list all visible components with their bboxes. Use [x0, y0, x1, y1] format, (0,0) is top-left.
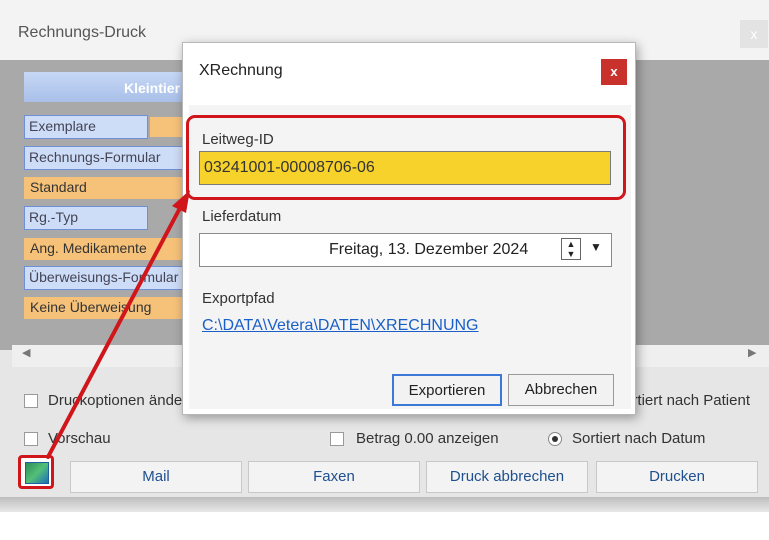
kleintier-header: Kleintier	[24, 72, 194, 102]
sort-datum-label: Sortiert nach Datum	[572, 430, 706, 447]
druckoptionen-label: Druckoptionen ändern	[48, 392, 182, 409]
vorschau-label: Vorschau	[48, 430, 111, 447]
vorschau-checkbox[interactable]	[24, 432, 38, 446]
exportpfad-link[interactable]: C:\DATA\Vetera\DATEN\XRECHNUNG	[202, 317, 479, 335]
mail-button[interactable]: Mail	[70, 461, 242, 493]
scroll-left-icon[interactable]: ◀	[22, 346, 30, 359]
betrag-label: Betrag 0.00 anzeigen	[356, 430, 499, 447]
field-keine-ueberweisung[interactable]: Keine Überweisung	[24, 297, 194, 319]
background-window-title: Rechnungs-Druck	[18, 24, 147, 41]
cancel-button[interactable]: Abbrechen	[508, 374, 614, 406]
field-exemplare: Exemplare	[24, 115, 148, 139]
field-rg-typ: Rg.-Typ	[24, 206, 148, 230]
exportpfad-label: Exportpfad	[202, 290, 275, 307]
xrechnung-icon	[25, 462, 49, 484]
druckoptionen-checkbox[interactable]	[24, 394, 38, 408]
window-shadow	[0, 497, 769, 512]
chevron-down-icon[interactable]: ▼	[590, 240, 602, 254]
dialog-title: XRechnung	[199, 62, 283, 79]
background-close-button[interactable]: x	[740, 20, 768, 48]
field-ueberweisungs-formular: Überweisungs-Formular	[24, 266, 194, 290]
field-rechnungs-formular: Rechnungs-Formular	[24, 146, 194, 170]
field-standard[interactable]: Standard	[24, 177, 194, 199]
dialog-close-button[interactable]: x	[601, 59, 627, 85]
faxen-button[interactable]: Faxen	[248, 461, 420, 493]
leitweg-input[interactable]: 03241001-00008706-06	[199, 151, 611, 185]
lieferdatum-value: Freitag, 13. Dezember 2024	[329, 241, 529, 258]
spin-updown-icon[interactable]: ▲ ▼	[561, 238, 581, 260]
betrag-checkbox[interactable]	[330, 432, 344, 446]
drucken-button[interactable]: Drucken	[596, 461, 758, 493]
druck-abbrechen-button[interactable]: Druck abbrechen	[426, 461, 588, 493]
xrechnung-dialog: XRechnung x	[182, 42, 636, 415]
lieferdatum-label: Lieferdatum	[202, 208, 282, 225]
export-button[interactable]: Exportieren	[392, 374, 502, 406]
xrechnung-icon-button[interactable]	[18, 455, 54, 489]
sort-datum-radio[interactable]	[548, 432, 562, 446]
leitweg-label: Leitweg-ID	[202, 131, 274, 148]
scroll-right-icon[interactable]: ▶	[748, 346, 756, 359]
field-ang-medikamente[interactable]: Ang. Medikamente	[24, 238, 194, 260]
